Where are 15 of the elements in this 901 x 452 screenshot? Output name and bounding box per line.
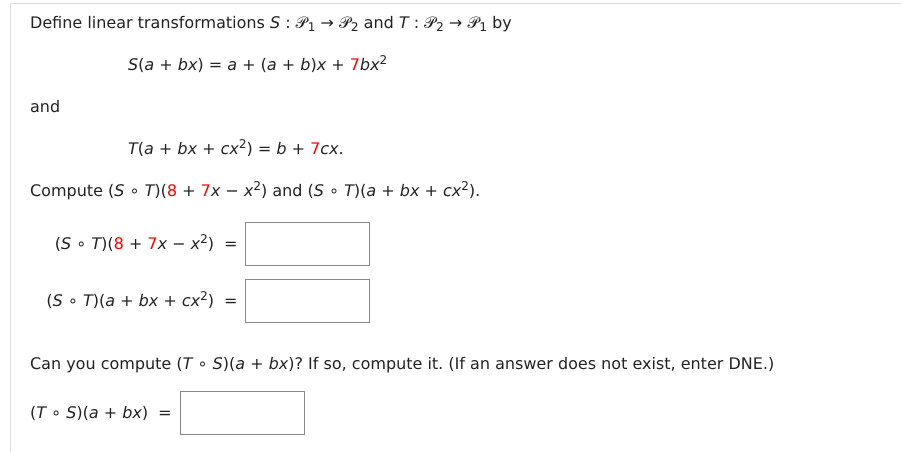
answer-field[interactable] [245,279,370,323]
formula: T(a + bx + cx$^{2}$) = b + 7cx. [127,138,345,160]
equals-sign: = [224,290,238,312]
equals-sign: = [224,233,238,255]
answer-field[interactable] [245,222,370,266]
question-text: Can you compute (T ∘ S)(a + bx)? If so, compute it. (If an answer does not exist, enter DNE.) [30,353,776,375]
question-text: Define linear transformations S : 𝒫$_{1}$ → 𝒫$_{2}$ and T : 𝒫$_{2}$ → 𝒫$_{1}$ by [30,12,513,34]
answer-label: (T ∘ S)(a + bx) [30,402,148,424]
question-text: and [30,96,62,118]
formula: S(a + bx) = a + (a + b)x + 7bx$^{2}$ [127,54,388,76]
answer-label: (S ∘ T)(8 + 7x − x$^{2}$) [54,233,214,255]
answer-label: (S ∘ T)(a + bx + cx$^{2}$) [45,290,214,312]
answer-field[interactable] [180,391,305,435]
question-text: Compute (S ∘ T)(8 + 7x − x$^{2}$) and (S ∘ T)(a + bx + cx$^{2}$). [30,180,482,202]
equals-sign: = [158,402,172,424]
